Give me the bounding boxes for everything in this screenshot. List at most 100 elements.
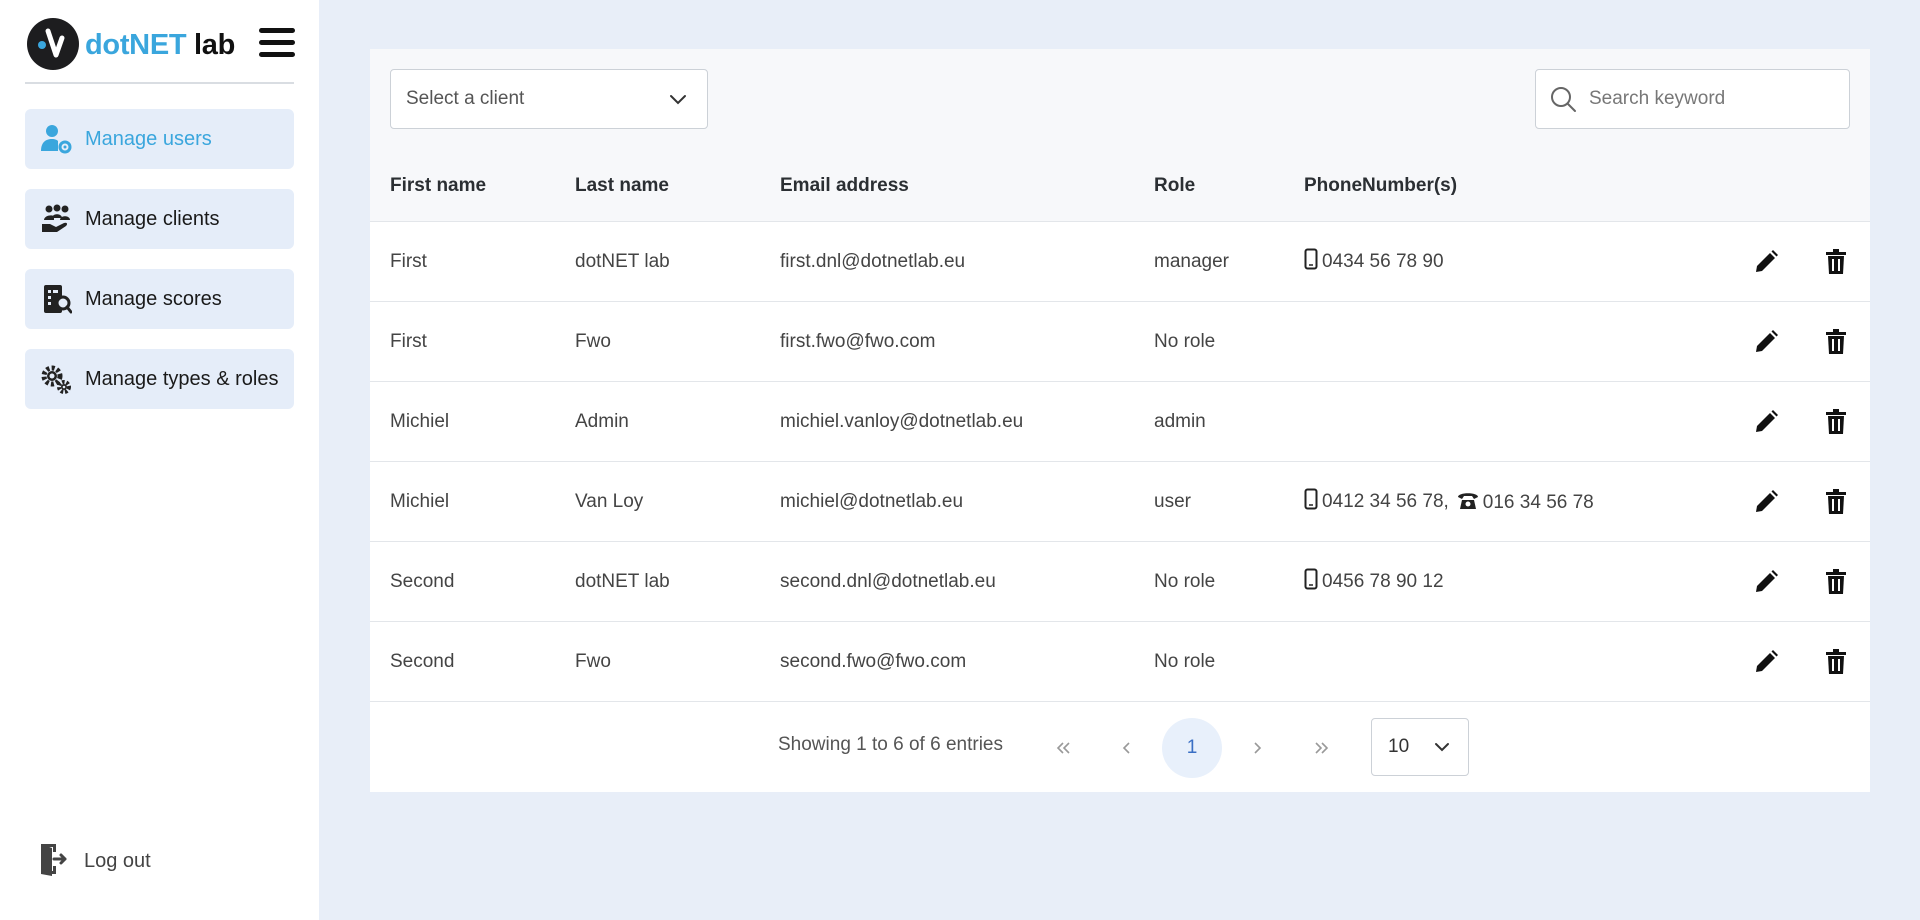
search-input[interactable] [1587,87,1831,111]
cell-phone: 0412 34 56 78, 016 34 56 78 [1304,461,1704,542]
cell-first-name: First [370,301,575,382]
prev-page-button[interactable] [1105,726,1149,770]
edit-icon[interactable] [1752,648,1780,676]
page-button-current[interactable]: 1 [1162,718,1222,778]
sidebar: dotNET lab Manage users Manage clients M… [0,0,319,920]
cell-actions [1704,381,1870,462]
edit-icon[interactable] [1752,328,1780,356]
cell-actions [1704,301,1870,382]
sidebar-item-manage-types-roles[interactable]: Manage types & roles [25,349,294,409]
cell-role: No role [1154,301,1304,382]
next-page-button[interactable] [1235,726,1279,770]
table-row: Second dotNET lab second.dnl@dotnetlab.eu N… [370,541,1870,622]
cell-last-name: Admin [575,381,780,462]
logout-label: Log out [84,849,151,872]
mobile-phone: 0412 34 56 78, [1304,488,1449,516]
clients-icon [39,202,73,236]
edit-icon[interactable] [1752,408,1780,436]
cell-first-name: First [370,221,575,302]
cell-last-name: dotNET lab [575,221,780,302]
header-phone[interactable]: PhoneNumber(s) [1304,151,1704,222]
cell-role: manager [1154,221,1304,302]
cell-first-name: Michiel [370,461,575,542]
sidebar-item-label: Manage scores [85,287,222,310]
sidebar-item-label: Manage types & roles [85,367,279,390]
pagination: Showing 1 to 6 of 6 entries 1 10 [370,710,1870,792]
edit-icon[interactable] [1752,568,1780,596]
table-row: Michiel Van Loy michiel@dotnetlab.eu user 04… [370,461,1870,542]
last-page-button[interactable] [1300,726,1344,770]
cell-actions [1704,461,1870,542]
delete-icon[interactable] [1822,248,1850,276]
mobile-icon [1304,248,1322,276]
page-size-select[interactable]: 10 [1371,718,1469,776]
mobile-number: 0412 34 56 78, [1322,490,1449,512]
header-last-name[interactable]: Last name [575,151,780,222]
mobile-icon [1304,488,1322,516]
search-icon [1551,87,1576,112]
chevron-down-icon [670,95,686,105]
cell-role: No role [1154,541,1304,622]
logout-button[interactable]: Log out [38,843,151,879]
chevron-down-icon [1435,743,1449,752]
brand[interactable]: dotNET lab [27,18,295,70]
client-select[interactable]: Select a client [390,69,708,129]
cell-last-name: Fwo [575,621,780,702]
chevron-right-icon [1254,742,1262,754]
cell-last-name: dotNET lab [575,541,780,622]
sidebar-item-manage-scores[interactable]: Manage scores [25,269,294,329]
brand-name-part1: dotNET [85,29,187,61]
mobile-number: 0456 78 90 12 [1322,570,1444,592]
user-cog-icon [39,122,73,156]
cell-phone: 0434 56 78 90 [1304,221,1704,302]
cell-role: admin [1154,381,1304,462]
cell-phone [1304,301,1704,382]
table-row: Second Fwo second.fwo@fwo.com No role [370,621,1870,702]
header-role[interactable]: Role [1154,151,1304,222]
edit-icon[interactable] [1752,488,1780,516]
edit-icon[interactable] [1752,248,1780,276]
cell-email: first.dnl@dotnetlab.eu [780,221,1154,302]
sidebar-item-manage-clients[interactable]: Manage clients [25,189,294,249]
cell-phone [1304,381,1704,462]
menu-toggle-icon[interactable] [259,28,295,58]
delete-icon[interactable] [1822,408,1850,436]
chevrons-left-icon [1056,742,1070,754]
mobile-phone: 0434 56 78 90 [1304,248,1444,276]
header-first-name[interactable]: First name [370,151,575,222]
sidebar-item-label: Manage users [85,127,212,150]
mobile-icon [1304,568,1322,596]
cell-last-name: Fwo [575,301,780,382]
delete-icon[interactable] [1822,328,1850,356]
pagination-info: Showing 1 to 6 of 6 entries [778,734,1003,755]
users-table: First name Last name Email address Role … [370,151,1870,702]
client-select-placeholder: Select a client [406,88,525,109]
cell-actions [1704,541,1870,622]
first-page-button[interactable] [1041,726,1085,770]
landline-number: 016 34 56 78 [1482,491,1594,513]
table-row: First dotNET lab first.dnl@dotnetlab.eu man… [370,221,1870,302]
header-email[interactable]: Email address [780,151,1154,222]
sidebar-item-label: Manage clients [85,207,220,230]
cell-phone [1304,621,1704,702]
page-size-value: 10 [1388,736,1410,757]
delete-icon[interactable] [1822,568,1850,596]
cell-email: second.dnl@dotnetlab.eu [780,541,1154,622]
table-header-row: First name Last name Email address Role … [370,151,1870,222]
brand-name: dotNET lab [85,29,235,62]
search-box [1535,69,1850,129]
cell-actions [1704,221,1870,302]
delete-icon[interactable] [1822,488,1850,516]
landline-phone: 016 34 56 78 [1457,490,1594,516]
cell-email: michiel.vanloy@dotnetlab.eu [780,381,1154,462]
sidebar-item-manage-users[interactable]: Manage users [25,109,294,169]
mobile-number: 0434 56 78 90 [1322,250,1444,272]
cell-role: No role [1154,621,1304,702]
toolbar: Select a client [370,49,1870,152]
delete-icon[interactable] [1822,648,1850,676]
cell-email: michiel@dotnetlab.eu [780,461,1154,542]
cell-email: first.fwo@fwo.com [780,301,1154,382]
cell-first-name: Michiel [370,381,575,462]
cell-phone: 0456 78 90 12 [1304,541,1704,622]
chevrons-right-icon [1315,742,1329,754]
